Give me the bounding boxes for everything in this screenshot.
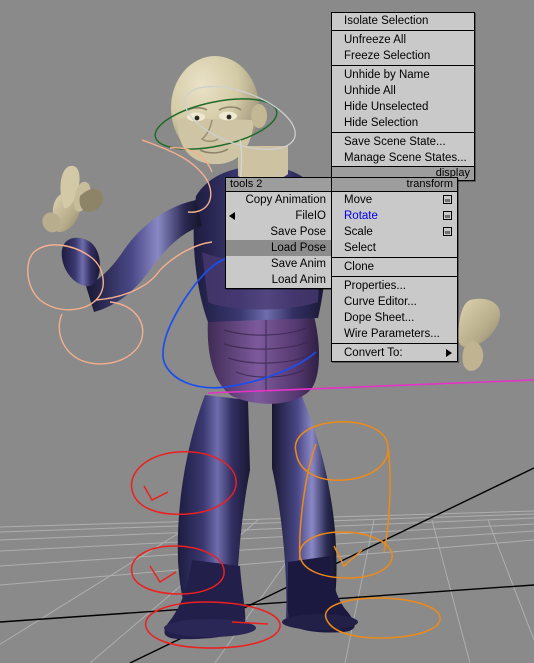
menu-item-freeze-selection[interactable]: Freeze Selection <box>332 48 474 64</box>
menu-separator <box>332 257 457 258</box>
menu-item-scale-label: Scale <box>344 226 373 238</box>
menu-item-hide-selection[interactable]: Hide Selection <box>332 115 474 131</box>
submenu-left-arrow-icon <box>229 212 235 220</box>
menu-item-load-pose[interactable]: Load Pose <box>226 240 332 256</box>
menu-item-isolate-selection[interactable]: Isolate Selection <box>332 13 474 29</box>
menu-item-scale[interactable]: Scale <box>332 224 457 240</box>
submenu-right-arrow-icon <box>446 349 452 357</box>
left-boot-sole <box>164 619 256 637</box>
menu-item-hide-unselected[interactable]: Hide Unselected <box>332 99 474 115</box>
menu-item-fileio[interactable]: FileIO <box>226 208 332 224</box>
quad-menu-transform[interactable]: transform Move Rotate Scale Select Clone… <box>331 177 458 362</box>
menu-item-clone[interactable]: Clone <box>332 259 457 275</box>
menu-item-unhide-all[interactable]: Unhide All <box>332 83 474 99</box>
menu-item-convert-to-label: Convert To: <box>344 347 403 359</box>
menu-item-unfreeze-all[interactable]: Unfreeze All <box>332 32 474 48</box>
menu-separator <box>332 30 474 31</box>
dialog-box-icon[interactable] <box>443 211 452 220</box>
menu-item-move[interactable]: Move <box>332 192 457 208</box>
menu-item-load-anim[interactable]: Load Anim <box>226 272 332 288</box>
quad-menu-tools2[interactable]: tools 2 Copy Animation FileIO Save Pose … <box>225 177 333 289</box>
right-boot-sole <box>282 614 358 630</box>
menu-item-save-scene-state[interactable]: Save Scene State... <box>332 134 474 150</box>
dialog-box-icon[interactable] <box>443 195 452 204</box>
menu-item-properties[interactable]: Properties... <box>332 278 457 294</box>
menu-item-wire-parameters[interactable]: Wire Parameters... <box>332 326 457 342</box>
menu-item-rotate[interactable]: Rotate <box>332 208 457 224</box>
quad-menu-display[interactable]: Isolate Selection Unfreeze All Freeze Se… <box>331 12 475 181</box>
menu-item-fileio-label: FileIO <box>295 210 326 222</box>
menu-item-dope-sheet[interactable]: Dope Sheet... <box>332 310 457 326</box>
menu-separator <box>332 276 457 277</box>
menu-item-save-anim[interactable]: Save Anim <box>226 256 332 272</box>
menu-separator <box>332 132 474 133</box>
menu-separator <box>332 65 474 66</box>
quad-menu-tools2-title: tools 2 <box>226 178 332 192</box>
quad-menu-transform-title: transform <box>332 178 457 192</box>
menu-item-move-label: Move <box>344 194 373 206</box>
menu-separator <box>332 343 457 344</box>
dialog-box-icon[interactable] <box>443 227 452 236</box>
menu-item-unhide-by-name[interactable]: Unhide by Name <box>332 67 474 83</box>
menu-item-copy-animation[interactable]: Copy Animation <box>226 192 332 208</box>
menu-item-convert-to[interactable]: Convert To: <box>332 345 457 361</box>
menu-item-rotate-label: Rotate <box>344 210 378 222</box>
menu-item-curve-editor[interactable]: Curve Editor... <box>332 294 457 310</box>
menu-item-select[interactable]: Select <box>332 240 457 256</box>
menu-item-save-pose[interactable]: Save Pose <box>226 224 332 240</box>
ear <box>251 104 267 128</box>
menu-item-manage-scene-states[interactable]: Manage Scene States... <box>332 150 474 166</box>
